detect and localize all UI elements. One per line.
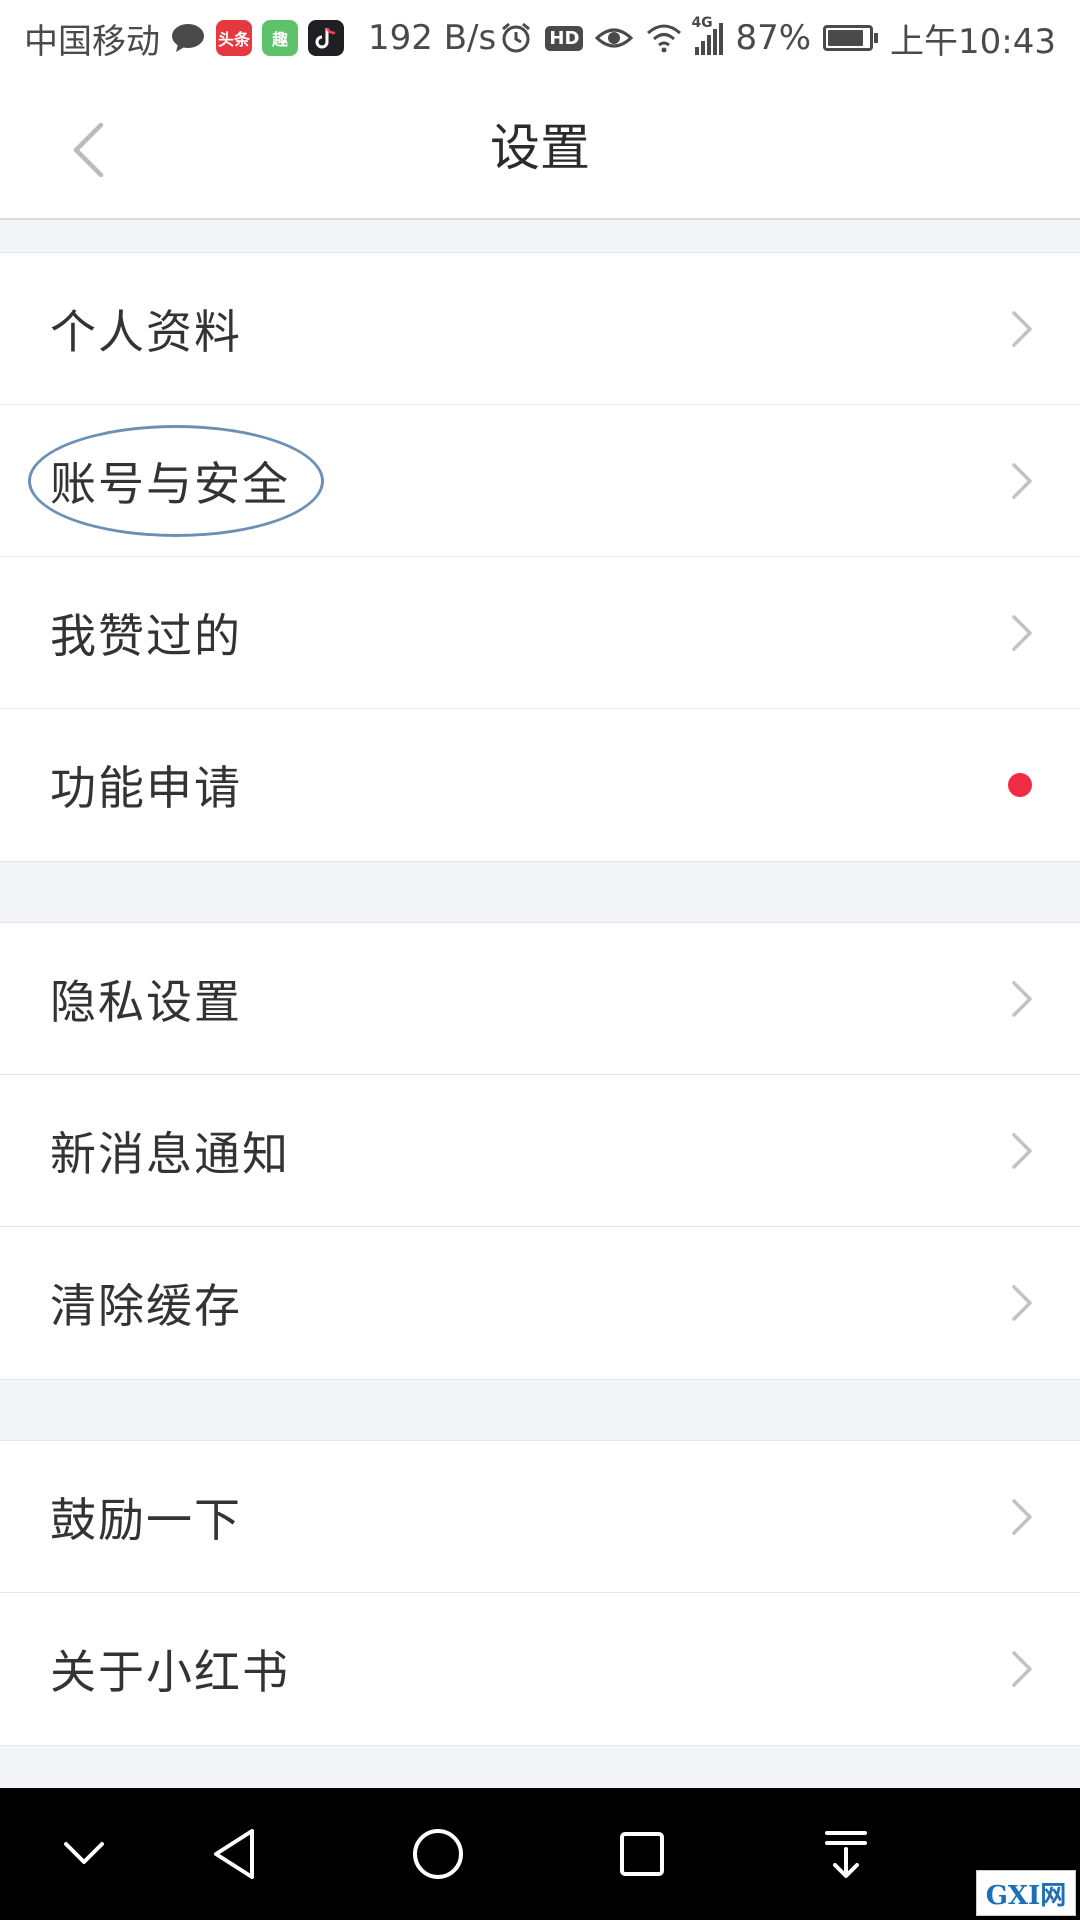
system-navigation-bar (0, 1788, 1080, 1920)
chevron-down-icon (64, 1842, 104, 1864)
settings-item-label: 新消息通知 (50, 1126, 290, 1181)
home-nav-button[interactable] (402, 1818, 474, 1890)
settings-item-about[interactable]: 关于小红书 (0, 1593, 1080, 1745)
toutiao-icon: 头条 (216, 20, 252, 56)
settings-item-account-security[interactable]: 账号与安全 (0, 405, 1080, 557)
settings-item-notifications[interactable]: 新消息通知 (0, 1075, 1080, 1227)
settings-item-label: 账号与安全 (50, 456, 290, 511)
settings-item-label: 我赞过的 (50, 608, 242, 663)
settings-item-label: 功能申请 (50, 761, 242, 815)
circle-home-icon (413, 1829, 463, 1879)
battery-icon (823, 25, 879, 51)
hide-nav-button[interactable] (48, 1818, 120, 1890)
chevron-right-icon (1012, 615, 1032, 651)
carrier-label: 中国移动 (24, 21, 160, 62)
back-nav-button[interactable] (198, 1818, 270, 1890)
settings-item-label: 清除缓存 (50, 1279, 242, 1333)
pull-down-icon (825, 1831, 867, 1878)
notification-pull-button[interactable] (810, 1818, 882, 1890)
settings-item-liked[interactable]: 我赞过的 (0, 557, 1080, 709)
header-bar: 设置 (0, 76, 1080, 220)
status-bar: 中国移动 头条 趣 192 B/s HD 4G 87% 上午10:43 (0, 0, 1080, 76)
square-recents-icon (620, 1832, 664, 1876)
settings-item-clear-cache[interactable]: 清除缓存 (0, 1227, 1080, 1379)
settings-group-account: 个人资料 账号与安全 我赞过的 功能申请 (0, 252, 1080, 862)
recents-nav-button[interactable] (606, 1818, 678, 1890)
battery-percent: 87% (735, 18, 812, 58)
chevron-right-icon (1012, 1499, 1032, 1535)
settings-item-feature-request[interactable]: 功能申请 (0, 709, 1080, 861)
page-title: 设置 (490, 119, 590, 177)
signal-icon: 4G (691, 15, 724, 55)
alarm-clock-icon (502, 22, 531, 53)
clock-time: 上午10:43 (890, 21, 1056, 62)
settings-list: 个人资料 账号与安全 我赞过的 功能申请 隐私设置 新消息通知 清除缓存 鼓励一… (0, 220, 1080, 1788)
settings-item-encourage[interactable]: 鼓励一下 (0, 1441, 1080, 1593)
eye-icon (595, 28, 634, 48)
chevron-right-icon (1012, 1285, 1032, 1321)
douyin-icon (308, 20, 344, 56)
hd-icon: HD (545, 25, 584, 51)
settings-item-profile[interactable]: 个人资料 (0, 253, 1080, 405)
settings-item-label: 个人资料 (50, 304, 242, 359)
settings-group-preferences: 隐私设置 新消息通知 清除缓存 (0, 922, 1080, 1380)
chevron-right-icon (1012, 1651, 1032, 1687)
chevron-right-icon (1012, 463, 1032, 499)
settings-item-label: 鼓励一下 (50, 1492, 242, 1547)
triangle-back-icon (214, 1829, 254, 1879)
network-speed: 192 B/s (368, 18, 497, 58)
chevron-right-icon (1012, 311, 1032, 347)
chevron-right-icon (1012, 981, 1032, 1017)
notification-dot (1008, 773, 1032, 797)
site-watermark-logo: GXI网 (976, 1870, 1076, 1916)
settings-item-label: 隐私设置 (50, 974, 242, 1029)
wifi-icon (647, 24, 682, 53)
settings-group-about: 鼓励一下 关于小红书 (0, 1440, 1080, 1746)
settings-item-privacy[interactable]: 隐私设置 (0, 923, 1080, 1075)
chat-bubble-icon (172, 24, 204, 52)
settings-item-label: 关于小红书 (50, 1645, 290, 1699)
chevron-right-icon (1012, 1133, 1032, 1169)
qutoutiao-icon: 趣 (262, 20, 298, 56)
